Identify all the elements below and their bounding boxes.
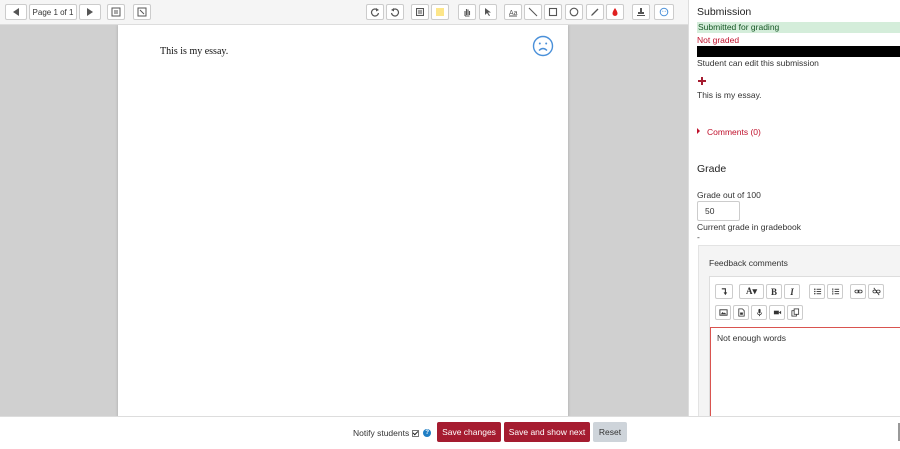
line-button[interactable] — [524, 4, 542, 20]
page-select[interactable]: Page 1 of 1 — [29, 4, 77, 20]
help-icon[interactable]: ? — [423, 429, 432, 437]
rectangle-icon — [548, 7, 558, 17]
highlight-button[interactable] — [606, 4, 624, 20]
rotate-left-icon — [370, 8, 380, 17]
numbered-list-button[interactable] — [827, 284, 843, 299]
pen-button[interactable] — [586, 4, 604, 20]
manage-files-button[interactable] — [787, 305, 803, 320]
comment-icon — [416, 8, 424, 16]
notify-students: Notify students ? — [353, 428, 432, 438]
bullet-list-button[interactable] — [809, 284, 825, 299]
grade-out-of-label: Grade out of 100 — [697, 190, 761, 200]
grading-status: Not graded — [697, 35, 740, 45]
grade-input[interactable]: 50 — [697, 201, 740, 221]
bullet-list-icon — [813, 288, 821, 295]
bold-button[interactable]: B — [766, 284, 782, 299]
video-camera-icon — [773, 310, 781, 315]
submission-status-badge: Submitted for grading — [697, 22, 900, 33]
rotate-right-button[interactable] — [386, 4, 404, 20]
toolbar-toggle-button[interactable] — [715, 284, 733, 299]
edit-status: Student can edit this submission — [697, 58, 819, 68]
feedback-comments-label: Feedback comments — [709, 258, 788, 268]
caret-right-icon — [697, 128, 700, 134]
media-button[interactable] — [733, 305, 749, 320]
current-grade-value: - — [697, 232, 700, 242]
comments-label: Comments (0) — [707, 127, 761, 137]
link-icon — [853, 289, 863, 294]
next-page-button[interactable] — [79, 4, 101, 20]
search-comments-icon — [111, 7, 121, 17]
oval-button[interactable] — [565, 4, 583, 20]
essay-text: This is my essay. — [160, 46, 229, 57]
comment-button[interactable] — [411, 4, 429, 20]
record-audio-button[interactable] — [751, 305, 767, 320]
expand-icon — [137, 7, 147, 17]
notify-students-checkbox[interactable] — [412, 429, 420, 437]
image-button[interactable] — [715, 305, 731, 320]
pan-button[interactable] — [458, 4, 476, 20]
select-button[interactable] — [479, 4, 497, 20]
prev-page-icon — [13, 8, 19, 16]
rotate-right-icon — [390, 8, 400, 17]
select-icon — [485, 8, 491, 16]
reset-button[interactable]: Reset — [593, 422, 627, 442]
link-button[interactable] — [850, 284, 866, 299]
italic-button[interactable]: I — [784, 284, 800, 299]
unlink-button[interactable] — [868, 284, 884, 299]
stamp-picker-button[interactable] — [654, 4, 674, 20]
numbered-list-icon — [831, 288, 839, 295]
pan-icon — [464, 9, 471, 17]
media-icon — [737, 308, 745, 317]
feedback-textarea[interactable]: Not enough words — [710, 327, 900, 416]
font-format-button[interactable]: A▾ — [739, 284, 764, 299]
stamp-button[interactable] — [632, 4, 650, 20]
sad-face-icon[interactable] — [532, 35, 554, 57]
action-bar: Notify students ? Save changes Save and … — [0, 416, 900, 449]
unlink-icon — [871, 287, 881, 296]
grade-heading: Grade — [697, 163, 727, 175]
stamp-icon — [637, 8, 645, 16]
stamp-picker-icon — [659, 7, 669, 17]
highlight-icon — [612, 8, 618, 16]
expand-button[interactable] — [133, 4, 151, 20]
microphone-icon — [756, 308, 762, 317]
text-annotation-button[interactable]: Aa — [504, 4, 522, 20]
toolbar-toggle-icon — [721, 288, 727, 296]
submission-essay-text: This is my essay. — [697, 90, 762, 100]
rotate-left-button[interactable] — [366, 4, 384, 20]
plus-icon[interactable] — [698, 77, 706, 85]
comment-color-icon — [436, 8, 444, 16]
copy-files-icon — [790, 308, 799, 317]
record-video-button[interactable] — [769, 305, 785, 320]
document-viewer[interactable]: This is my essay. — [0, 25, 688, 416]
prev-page-button[interactable] — [5, 4, 27, 20]
save-and-show-next-button[interactable]: Save and show next — [504, 422, 590, 442]
rectangle-button[interactable] — [544, 4, 562, 20]
save-changes-button[interactable]: Save changes — [437, 422, 501, 442]
text-annotation-icon: Aa — [509, 10, 518, 17]
line-icon — [528, 7, 538, 17]
oval-icon — [569, 7, 579, 17]
submission-heading: Submission — [697, 6, 752, 18]
next-page-icon — [87, 8, 93, 16]
current-grade-label: Current grade in gradebook — [697, 222, 801, 232]
notify-students-label: Notify students — [353, 428, 410, 438]
pen-icon — [591, 8, 599, 16]
document-page[interactable]: This is my essay. — [118, 25, 568, 416]
comments-toggle[interactable]: Comments (0) — [697, 127, 761, 137]
feedback-comments-section: Feedback comments A▾ B I Not enough word… — [698, 245, 900, 416]
search-comments-button[interactable] — [107, 4, 125, 20]
comment-color-button[interactable] — [431, 4, 449, 20]
feedback-editor: A▾ B I Not enough words — [709, 276, 900, 416]
annotation-toolbar: Page 1 of 1 Aa — [0, 0, 688, 25]
grading-panel: Submission Submitted for grading Not gra… — [688, 0, 900, 416]
redacted-bar — [697, 46, 900, 57]
image-icon — [718, 309, 728, 316]
